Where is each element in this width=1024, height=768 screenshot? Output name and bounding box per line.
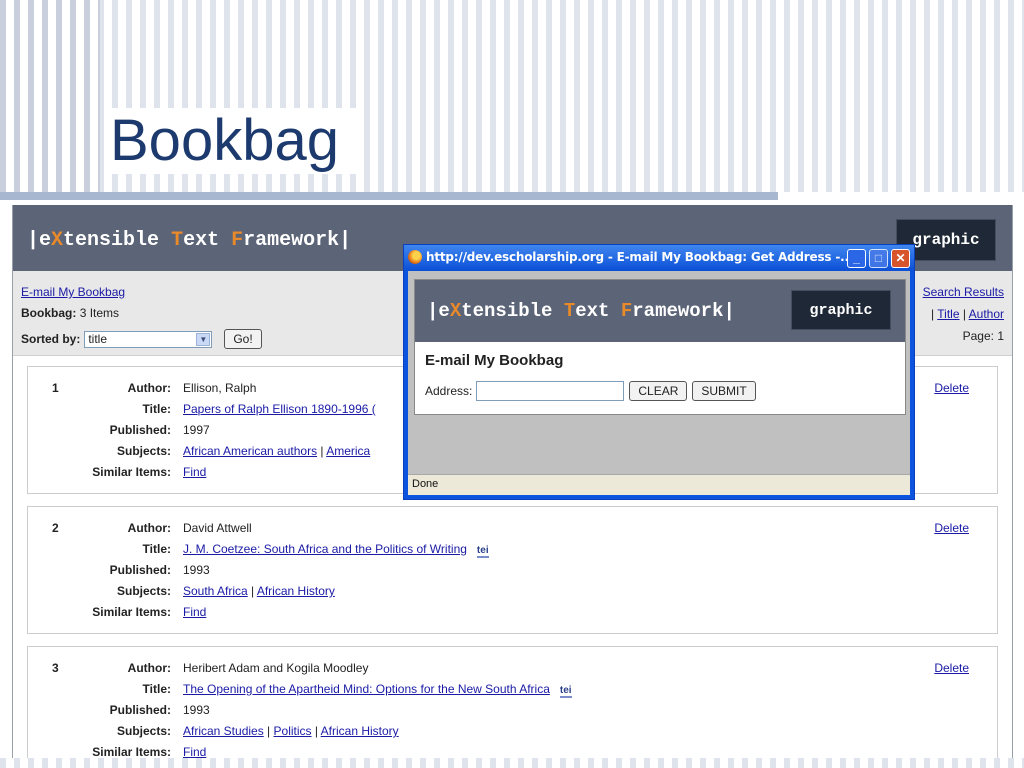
subject-link[interactable]: African History xyxy=(321,724,399,738)
subject-link[interactable]: African American authors xyxy=(183,444,317,458)
similar-row: Similar Items: Find xyxy=(92,605,207,619)
popup-window-title: http://dev.escholarship.org - E-mail My … xyxy=(426,250,854,264)
chevron-down-icon[interactable]: ▼ xyxy=(196,332,211,346)
email-popup-window: http://dev.escholarship.org - E-mail My … xyxy=(403,244,915,500)
title-rule xyxy=(0,192,778,200)
find-similar-link[interactable]: Find xyxy=(183,465,206,479)
subject-link[interactable]: South Africa xyxy=(183,584,248,598)
subject-link[interactable]: America xyxy=(326,444,370,458)
slide-bottom-stripes xyxy=(0,758,1024,768)
similar-row: Similar Items: Find xyxy=(92,465,207,479)
similar-row: Similar Items: Find xyxy=(92,745,207,758)
sort-row: Sorted by: title ▼ Go! xyxy=(21,329,262,349)
subject-link[interactable]: African Studies xyxy=(183,724,264,738)
delete-link[interactable]: Delete xyxy=(934,381,969,395)
close-button[interactable]: ✕ xyxy=(891,249,910,268)
author-row: Author: David Attwell xyxy=(127,521,252,535)
go-button[interactable]: Go! xyxy=(224,329,262,349)
graphic-placeholder: graphic xyxy=(791,290,891,330)
title-link[interactable]: The Opening of the Apartheid Mind: Optio… xyxy=(183,682,550,696)
firefox-icon xyxy=(408,250,422,264)
author-row: Author: Ellison, Ralph xyxy=(127,381,257,395)
clear-button[interactable]: CLEAR xyxy=(629,381,688,401)
popup-heading: E-mail My Bookbag xyxy=(425,352,564,369)
minimize-button[interactable]: _ xyxy=(847,249,866,268)
list-item: 3 Author: Heribert Adam and Kogila Moodl… xyxy=(27,646,998,758)
list-item: 2 Author: David Attwell Title: J. M. Coe… xyxy=(27,506,998,634)
published-row: Published: 1993 xyxy=(109,563,210,577)
sort-title-link[interactable]: Title xyxy=(937,307,959,321)
popup-titlebar[interactable]: http://dev.escholarship.org - E-mail My … xyxy=(404,245,914,271)
maximize-button[interactable]: □ xyxy=(869,249,888,268)
sort-author-link[interactable]: Author xyxy=(969,307,1004,321)
slide-stripes-left xyxy=(0,0,100,192)
title-row: Title: Papers of Ralph Ellison 1890-1996… xyxy=(142,402,376,416)
title-row: Title: The Opening of the Apartheid Mind… xyxy=(142,682,572,698)
address-label: Address: xyxy=(425,384,473,398)
delete-link[interactable]: Delete xyxy=(934,661,969,675)
status-bar: Done xyxy=(408,474,910,495)
search-results-link[interactable]: Search Results xyxy=(923,285,1004,299)
page-number: Page: 1 xyxy=(962,329,1004,343)
sort-select[interactable]: title ▼ xyxy=(84,330,213,348)
author-row: Author: Heribert Adam and Kogila Moodley xyxy=(127,661,369,675)
published-row: Published: 1997 xyxy=(109,423,210,437)
subjects-row: Subjects: African American authors | Ame… xyxy=(116,444,371,458)
email-form: Address: CLEAR SUBMIT xyxy=(425,381,756,401)
title-link[interactable]: J. M. Coetzee: South Africa and the Poli… xyxy=(183,542,467,556)
subject-link[interactable]: African History xyxy=(257,584,335,598)
address-input[interactable] xyxy=(476,381,625,401)
email-bookbag-link[interactable]: E-mail My Bookbag xyxy=(21,285,125,299)
published-row: Published: 1993 xyxy=(109,703,210,717)
find-similar-link[interactable]: Find xyxy=(183,605,206,619)
xtf-logo: |eXtensible Text Framework| xyxy=(427,300,735,322)
find-similar-link[interactable]: Find xyxy=(183,745,206,758)
popup-body: |eXtensible Text Framework| graphic E-ma… xyxy=(408,271,910,495)
xtf-logo: |eXtensible Text Framework| xyxy=(27,229,352,252)
bookbag-count: Bookbag: 3 Items xyxy=(21,306,120,320)
tei-icon[interactable]: tei xyxy=(559,686,572,698)
subject-link[interactable]: Politics xyxy=(274,724,312,738)
sort-links: | Title | Author xyxy=(931,307,1004,321)
tei-icon[interactable]: tei xyxy=(476,546,489,558)
slide-title: Bookbag xyxy=(110,108,357,174)
subjects-row: Subjects: African Studies | Politics | A… xyxy=(116,724,399,738)
delete-link[interactable]: Delete xyxy=(934,521,969,535)
title-link[interactable]: Papers of Ralph Ellison 1890-1996 ( xyxy=(183,402,376,416)
popup-content: |eXtensible Text Framework| graphic E-ma… xyxy=(414,279,906,415)
title-row: Title: J. M. Coetzee: South Africa and t… xyxy=(142,542,489,558)
subjects-row: Subjects: South Africa | African History xyxy=(116,584,335,598)
submit-button[interactable]: SUBMIT xyxy=(692,381,756,401)
popup-xtf-header: |eXtensible Text Framework| graphic xyxy=(415,280,905,342)
